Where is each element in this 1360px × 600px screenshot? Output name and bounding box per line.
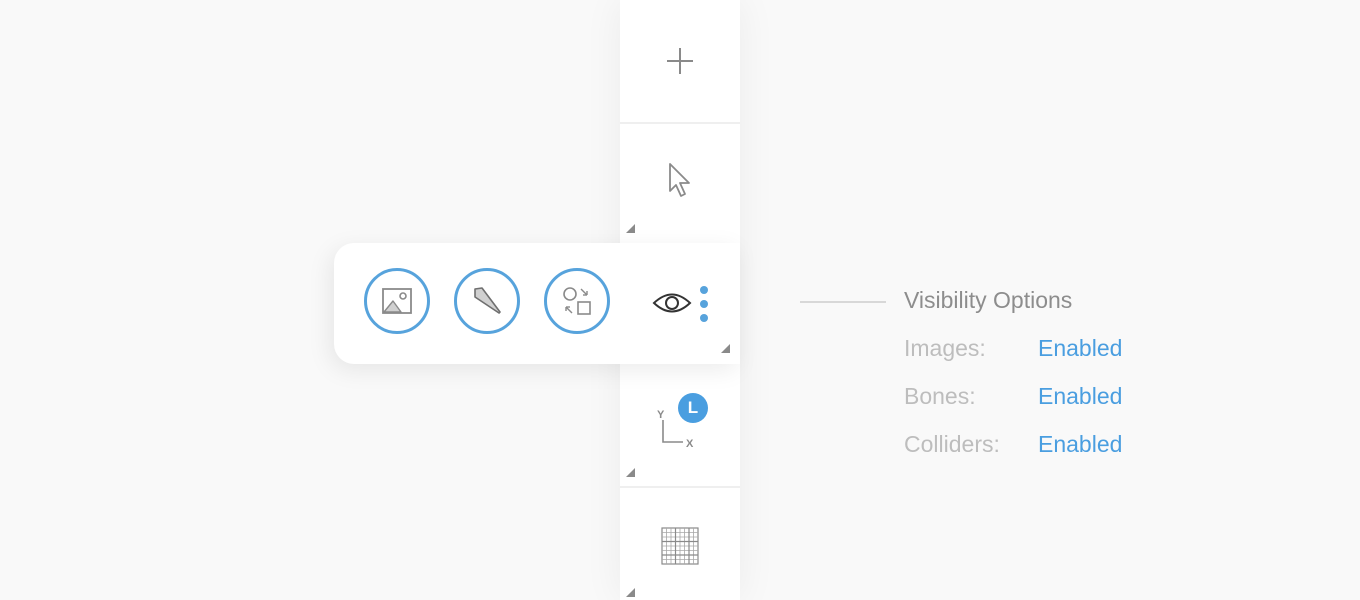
bones-toggle-button[interactable] <box>454 268 520 334</box>
callout-line <box>800 301 886 303</box>
visibility-options-title: Visibility Options <box>904 287 1073 313</box>
colliders-toggle-button[interactable] <box>544 268 610 334</box>
submenu-corner-indicator <box>626 224 635 233</box>
grid-tool-button[interactable] <box>620 488 740 600</box>
cursor-arrow-icon <box>669 163 690 197</box>
bone-icon <box>474 287 501 314</box>
more-options-button[interactable] <box>700 286 708 326</box>
collider-icon <box>563 287 591 315</box>
grid-icon <box>661 527 699 565</box>
eye-icon <box>652 293 692 313</box>
select-tool-button[interactable] <box>620 124 740 244</box>
axes-tool-button[interactable]: Y X <box>620 364 740 488</box>
plus-icon <box>667 48 693 74</box>
more-vertical-icon <box>700 286 708 322</box>
add-tool-button[interactable] <box>620 0 740 124</box>
colliders-option-value[interactable]: Enabled <box>1038 431 1122 458</box>
visibility-popout <box>334 243 740 364</box>
image-icon <box>382 288 412 314</box>
colliders-option-label: Colliders: <box>904 431 1000 457</box>
images-option-value[interactable]: Enabled <box>1038 335 1122 362</box>
bones-option-label: Bones: <box>904 383 976 409</box>
axis-y-label: Y <box>657 410 665 421</box>
axis-x-label: X <box>686 438 694 450</box>
bones-option-value[interactable]: Enabled <box>1038 383 1122 410</box>
images-option-label: Images: <box>904 335 986 361</box>
visibility-tool-button[interactable] <box>652 288 692 318</box>
submenu-corner-indicator <box>721 344 730 353</box>
images-toggle-button[interactable] <box>364 268 430 334</box>
local-space-badge: L <box>678 393 708 423</box>
submenu-corner-indicator <box>626 468 635 477</box>
submenu-corner-indicator <box>626 588 635 597</box>
